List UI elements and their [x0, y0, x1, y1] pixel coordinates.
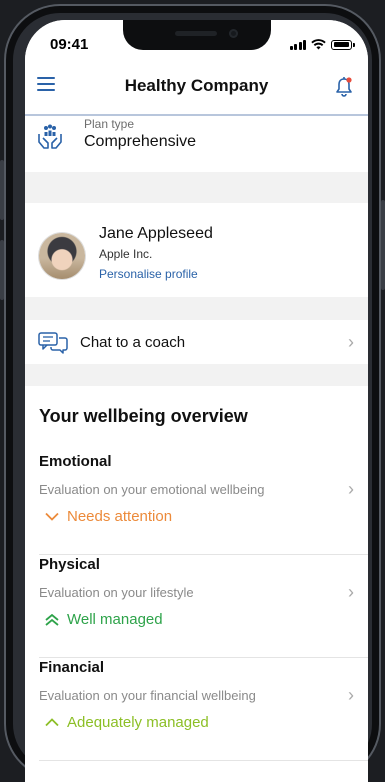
status-label: Needs attention — [67, 508, 173, 525]
status-well-managed: Well managed — [45, 611, 163, 628]
double-chevron-up-icon — [45, 613, 59, 626]
plan-label: Plan type — [84, 117, 135, 131]
overview-item-description: Evaluation on your lifestyle — [39, 585, 194, 600]
divider — [39, 554, 368, 555]
status-label: Well managed — [67, 611, 163, 628]
chevron-up-icon — [45, 718, 59, 727]
front-camera — [229, 29, 238, 38]
phone-notch — [123, 20, 271, 50]
overview-item-physical[interactable]: Physical Evaluation on your lifestyle › … — [25, 556, 368, 658]
status-time: 09:41 — [50, 36, 89, 53]
chevron-right-icon: › — [348, 479, 354, 499]
overview-item-name: Financial — [39, 659, 105, 676]
chevron-down-icon — [45, 512, 59, 521]
status-adequately-managed: Adequately managed — [45, 714, 209, 731]
overview-item-name: Physical — [39, 556, 100, 573]
phone-side-button — [0, 240, 4, 300]
app-header: Healthy Company — [25, 64, 368, 116]
status-label: Adequately managed — [67, 714, 209, 731]
status-needs-attention: Needs attention — [45, 508, 172, 525]
divider — [39, 760, 368, 761]
profile-name: Jane Appleseed — [99, 225, 213, 242]
app-screen: 09:41 Healthy Company Plan type Comprehe… — [25, 20, 368, 782]
chat-coach-label: Chat to a coach — [80, 334, 186, 351]
chat-coach-row[interactable]: Chat to a coach › — [25, 320, 368, 364]
divider — [39, 657, 368, 658]
app-title: Healthy Company — [124, 76, 269, 95]
wellbeing-overview-card: Your wellbeing overview Emotional Evalua… — [25, 386, 368, 782]
chevron-right-icon: › — [348, 582, 354, 602]
signal-icon — [289, 39, 306, 50]
avatar — [39, 233, 85, 279]
plan-card: Plan type Comprehensive — [25, 116, 368, 172]
overview-item-name: Emotional — [39, 453, 112, 470]
notification-bell-icon[interactable] — [334, 76, 354, 98]
chevron-right-icon: › — [348, 685, 354, 705]
overview-item-emotional[interactable]: Emotional Evaluation on your emotional w… — [25, 453, 368, 555]
phone-side-button — [0, 160, 4, 220]
plan-value: Comprehensive — [84, 133, 197, 150]
profile-company: Apple Inc. — [99, 247, 153, 261]
profile-card[interactable]: Jane Appleseed Apple Inc. Personalise pr… — [25, 203, 368, 297]
overview-item-description: Evaluation on your financial wellbeing — [39, 688, 256, 703]
phone-side-button — [381, 200, 385, 290]
chevron-right-icon: › — [348, 332, 354, 352]
overview-title: Your wellbeing overview — [39, 406, 248, 426]
chat-bubbles-icon — [38, 332, 68, 354]
hands-family-icon — [38, 124, 62, 149]
status-icons — [289, 39, 355, 50]
overview-item-description: Evaluation on your emotional wellbeing — [39, 482, 265, 497]
wifi-icon — [311, 39, 326, 50]
battery-icon — [331, 39, 355, 50]
personalise-profile-link[interactable]: Personalise profile — [99, 267, 198, 281]
overview-item-financial[interactable]: Financial Evaluation on your financial w… — [25, 659, 368, 761]
speaker — [175, 31, 217, 36]
